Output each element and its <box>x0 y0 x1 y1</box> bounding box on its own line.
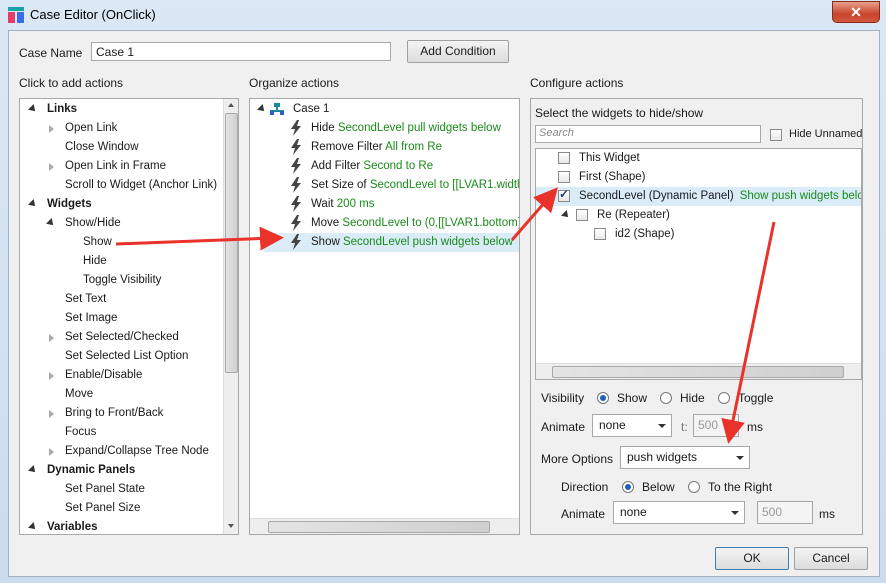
case-editor-window: Case Editor (OnClick) ✕ Case Name Case 1… <box>0 0 886 583</box>
arrow-action-to-widget <box>510 187 558 241</box>
annotation-arrows <box>115 187 776 444</box>
arrow-widget-to-options <box>721 221 776 444</box>
arrow-show-to-action <box>115 226 284 251</box>
